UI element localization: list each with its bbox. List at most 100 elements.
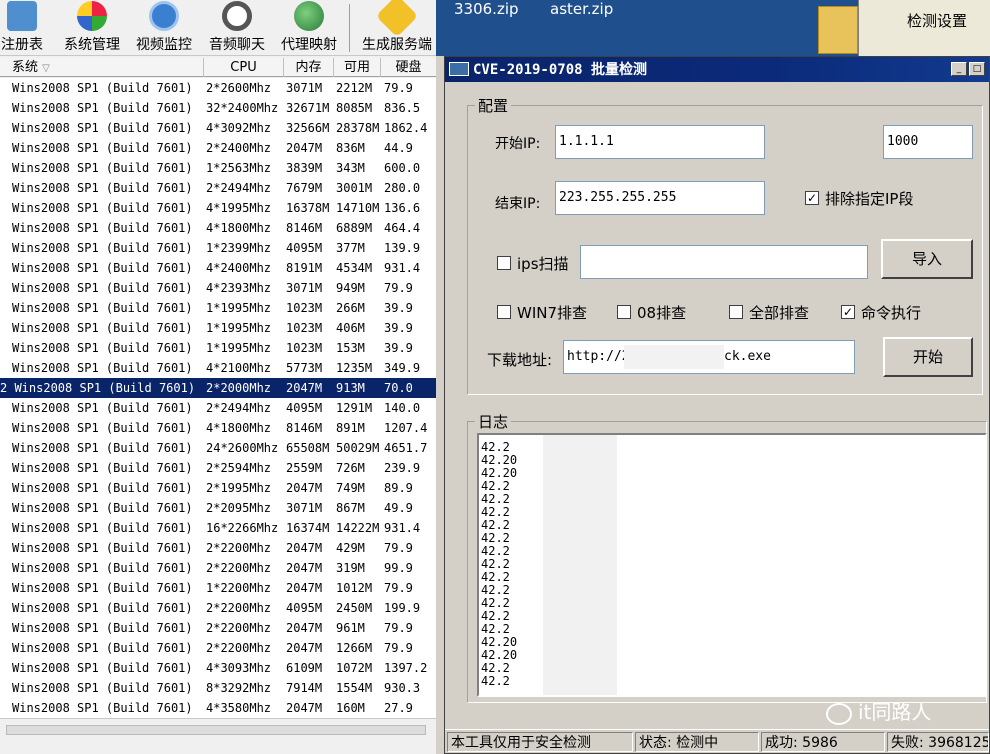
table-cell: 4*1800Mhz (206, 221, 272, 235)
table-cell: 14710M (336, 201, 380, 215)
all-check-checkbox[interactable] (729, 305, 743, 319)
start-ip-input[interactable]: 1.1.1.1 (555, 125, 765, 159)
folder-icon[interactable] (818, 6, 858, 54)
table-cell: 1862.4 (384, 121, 428, 135)
table-row[interactable]: Wins2008 SP1 (Build 7601) 4*2400Mhz 8191M 4… (0, 258, 436, 278)
table-row[interactable]: Wins2008 SP1 (Build 7601) 2*2494Mhz 7679M 3… (0, 178, 436, 198)
table-row[interactable]: Wins2008 SP1 (Build 7601) 4*3580Mhz 2047M 1… (0, 698, 436, 718)
table-cell: Wins2008 SP1 (Build 7601) (12, 441, 193, 455)
table-row[interactable]: Wins2008 SP1 (Build 7601) 4*1800Mhz 8146M 8… (0, 418, 436, 438)
table-cell: Wins2008 SP1 (Build 7601) (12, 241, 193, 255)
status-fail-count: 失败: 3968125 (887, 732, 989, 752)
toolbar-proxy-map[interactable]: 代理映射 (275, 0, 343, 56)
table-row[interactable]: Wins2008 SP1 (Build 7601) 2*1995Mhz 2047M 7… (0, 478, 436, 498)
batch-check-dialog: CVE-2019-0708 批量检测 _ □ 配置 开始IP: 1.1.1.1 … (444, 56, 990, 754)
table-row[interactable]: 2 Wins2008 SP1 (Build 7601) 2*2000Mhz 2047… (0, 378, 436, 398)
table-row[interactable]: Wins2008 SP1 (Build 7601) 1*1995Mhz 1023M 4… (0, 318, 436, 338)
table-row[interactable]: Wins2008 SP1 (Build 7601) 2*2095Mhz 3071M 8… (0, 498, 436, 518)
server08-check-checkbox[interactable] (617, 305, 631, 319)
table-row[interactable]: Wins2008 SP1 (Build 7601) 1*2399Mhz 4095M 3… (0, 238, 436, 258)
table-row[interactable]: Wins2008 SP1 (Build 7601) 2*2400Mhz 2047M 8… (0, 138, 436, 158)
table-row[interactable]: Wins2008 SP1 (Build 7601) 4*1995Mhz 16378M… (0, 198, 436, 218)
start-button[interactable]: 开始 (883, 337, 973, 377)
table-row[interactable]: Wins2008 SP1 (Build 7601) 24*2600Mhz 65508… (0, 438, 436, 458)
import-button[interactable]: 导入 (881, 239, 973, 279)
table-row[interactable]: Wins2008 SP1 (Build 7601) 1*2200Mhz 2047M 1… (0, 578, 436, 598)
table-cell: Wins2008 SP1 (Build 7601) (12, 581, 193, 595)
table-row[interactable]: Wins2008 SP1 (Build 7601) 1*1995Mhz 1023M 1… (0, 338, 436, 358)
table-cell: Wins2008 SP1 (Build 7601) (12, 261, 193, 275)
table-cell: 4*1995Mhz (206, 201, 272, 215)
table-cell: 1*2200Mhz (206, 581, 272, 595)
column-cpu[interactable]: CPU (204, 58, 284, 77)
table-cell: 2047M (286, 541, 323, 555)
table-row[interactable]: Wins2008 SP1 (Build 7601) 2*2200Mhz 2047M 1… (0, 638, 436, 658)
table-row[interactable]: Wins2008 SP1 (Build 7601) 4*1800Mhz 8146M 6… (0, 218, 436, 238)
column-available[interactable]: 可用 (334, 58, 381, 77)
table-cell: 2450M (336, 601, 373, 615)
status-state: 状态: 检测中 (635, 732, 759, 752)
table-row[interactable]: Wins2008 SP1 (Build 7601) 4*2393Mhz 3071M 9… (0, 278, 436, 298)
status-bar: 本工具仅用于安全检测 状态: 检测中 成功: 5986 失败: 3968125 (445, 729, 989, 753)
download-url-input[interactable]: http://2 ck.exe (563, 340, 855, 374)
table-row[interactable]: Wins2008 SP1 (Build 7601) 4*3093Mhz 6109M 1… (0, 658, 436, 678)
table-cell: 949M (336, 281, 365, 295)
table-cell: 2047M (286, 561, 323, 575)
command-exec-checkbox[interactable]: ✓ (841, 305, 855, 319)
ips-input[interactable] (580, 245, 868, 279)
ips-scan-checkbox[interactable] (497, 256, 511, 270)
column-memory[interactable]: 内存 (284, 58, 334, 77)
table-cell: Wins2008 SP1 (Build 7601) (12, 301, 193, 315)
table-row[interactable]: Wins2008 SP1 (Build 7601) 32*2400Mhz 32671… (0, 98, 436, 118)
table-row[interactable]: Wins2008 SP1 (Build 7601) 1*2563Mhz 3839M 3… (0, 158, 436, 178)
table-cell: 2*1995Mhz (206, 481, 272, 495)
table-row[interactable]: Wins2008 SP1 (Build 7601) 2*2200Mhz 4095M 2… (0, 598, 436, 618)
table-row[interactable]: Wins2008 SP1 (Build 7601) 4*3092Mhz 32566M… (0, 118, 436, 138)
exclude-ip-checkbox[interactable]: ✓ (805, 191, 819, 205)
toolbar-video-monitor[interactable]: 视频监控 (130, 0, 198, 56)
table-cell: 8*3292Mhz (206, 681, 272, 695)
status-success-count: 成功: 5986 (761, 732, 885, 752)
table-cell: 6109M (286, 661, 323, 675)
table-cell: 2047M (286, 621, 323, 635)
table-row[interactable]: Wins2008 SP1 (Build 7601) 2*2200Mhz 2047M 3… (0, 558, 436, 578)
win7-check-checkbox[interactable] (497, 305, 511, 319)
windows-logo-icon (77, 1, 107, 31)
exclude-ip-label: 排除指定IP段 (825, 190, 914, 208)
end-ip-input[interactable]: 223.255.255.255 (555, 181, 765, 215)
table-row[interactable]: Wins2008 SP1 (Build 7601) 2*2200Mhz 2047M 9… (0, 618, 436, 638)
log-textarea[interactable]: 42.2442.20442.20442.2442.242.242.242.242… (477, 433, 987, 697)
desktop-file-3306[interactable]: 3306.zip (454, 0, 519, 18)
log-group-label: 日志 (475, 411, 512, 432)
table-row[interactable]: Wins2008 SP1 (Build 7601) 1*1995Mhz 1023M 2… (0, 298, 436, 318)
column-system[interactable]: 系统 ▽ (0, 58, 204, 77)
table-row[interactable]: Wins2008 SP1 (Build 7601) 2*2494Mhz 4095M 1… (0, 398, 436, 418)
table-row[interactable]: Wins2008 SP1 (Build 7601) 2*2594Mhz 2559M 7… (0, 458, 436, 478)
toolbar-system-manage[interactable]: 系统管理 (58, 0, 126, 56)
count-input[interactable]: 1000 (883, 125, 973, 159)
table-row[interactable]: Wins2008 SP1 (Build 7601) 2*2600Mhz 3071M 2… (0, 78, 436, 98)
table-row[interactable]: Wins2008 SP1 (Build 7601) 8*3292Mhz 7914M 1… (0, 678, 436, 698)
table-cell: Wins2008 SP1 (Build 7601) (12, 201, 193, 215)
table-row[interactable]: Wins2008 SP1 (Build 7601) 4*2100Mhz 5773M 1… (0, 358, 436, 378)
scroll-thumb[interactable] (6, 725, 426, 735)
table-row[interactable]: Wins2008 SP1 (Build 7601) 2*2200Mhz 2047M 4… (0, 538, 436, 558)
toolbar-build-server[interactable]: 生成服务端 (355, 0, 436, 56)
table-cell: 32*2400Mhz (206, 101, 279, 115)
column-disk[interactable]: 硬盘 (381, 58, 436, 77)
config-group-label: 配置 (475, 95, 512, 116)
dialog-titlebar[interactable]: CVE-2019-0708 批量检测 _ □ (445, 57, 989, 82)
toolbar-registry[interactable]: 注册表 (0, 0, 48, 56)
table-cell: Wins2008 SP1 (Build 7601) (12, 341, 193, 355)
minimize-button[interactable]: _ (951, 62, 967, 76)
blurred-region (543, 435, 617, 695)
table-header: 系统 ▽ CPU 内存 可用 硬盘 (0, 58, 436, 77)
horizontal-scrollbar[interactable] (0, 718, 436, 754)
table-cell: 5773M (286, 361, 323, 375)
table-cell: 1072M (336, 661, 373, 675)
maximize-button[interactable]: □ (969, 62, 985, 76)
table-row[interactable]: Wins2008 SP1 (Build 7601) 16*2266Mhz 16374… (0, 518, 436, 538)
desktop-file-aster[interactable]: aster.zip (550, 0, 613, 18)
table-cell: 70.0 (384, 381, 413, 395)
toolbar-audio-chat[interactable]: 音频聊天 (203, 0, 271, 56)
